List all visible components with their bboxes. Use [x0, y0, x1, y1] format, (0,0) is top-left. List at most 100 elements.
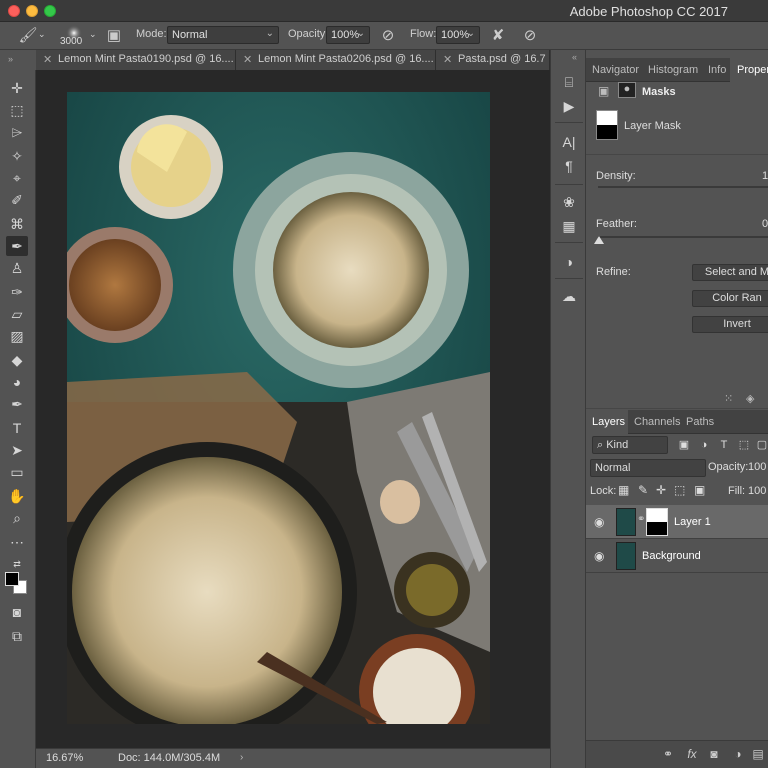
lock-transparent-icon[interactable]: ▦: [618, 483, 629, 497]
type-tool-icon[interactable]: T: [6, 418, 28, 438]
zoom-tool-icon[interactable]: ⌕: [6, 508, 28, 528]
feather-slider[interactable]: [598, 236, 768, 238]
screen-mode-icon[interactable]: ⧉: [6, 626, 28, 646]
color-panel-icon[interactable]: ❀: [559, 192, 579, 212]
close-icon[interactable]: ✕: [43, 53, 52, 66]
fill-value[interactable]: 100: [748, 485, 766, 497]
expand-panels-icon[interactable]: «: [572, 52, 577, 62]
filter-pixel-icon[interactable]: ▣: [676, 436, 692, 454]
filter-shape-icon[interactable]: ⬚: [736, 436, 752, 454]
healing-brush-tool-icon[interactable]: ⌘: [6, 214, 28, 234]
brush-tool-icon[interactable]: ✒: [6, 236, 28, 256]
quick-selection-tool-icon[interactable]: ✧: [6, 146, 28, 166]
swap-colors-icon[interactable]: ⇄: [6, 554, 28, 574]
feather-value[interactable]: 0: [762, 218, 768, 230]
document-canvas[interactable]: [67, 92, 490, 724]
collapse-toolbar-icon[interactable]: »: [8, 54, 13, 64]
filter-smart-object-icon[interactable]: ▢: [754, 436, 768, 454]
tab-info[interactable]: Info: [708, 64, 726, 76]
rectangle-tool-icon[interactable]: ▭: [6, 462, 28, 482]
density-slider[interactable]: [598, 186, 768, 188]
invert-button[interactable]: Invert: [692, 316, 768, 333]
tab-histogram[interactable]: Histogram: [648, 64, 698, 76]
canvas-workspace[interactable]: [36, 70, 550, 748]
foreground-color-swatch[interactable]: [5, 572, 19, 586]
tab-document-0190[interactable]: ✕ Lemon Mint Pasta0190.psd @ 16....: [36, 50, 236, 70]
pixel-mask-icon[interactable]: ▣: [598, 84, 609, 98]
layer-filter-select[interactable]: ⌕ Kind: [592, 436, 668, 454]
layer-mask-mode-icon[interactable]: ●: [618, 82, 636, 98]
lock-position-icon[interactable]: ✛: [656, 483, 666, 497]
layer-mask-thumbnail[interactable]: [646, 508, 668, 536]
brush-panel-toggle-icon[interactable]: ▣: [104, 26, 124, 46]
actions-panel-icon[interactable]: ▶: [559, 96, 579, 116]
paragraph-panel-icon[interactable]: ¶: [559, 156, 579, 176]
layer-style-icon[interactable]: fx: [684, 747, 700, 761]
pressure-opacity-icon[interactable]: ⊘: [378, 26, 398, 46]
filter-type-icon[interactable]: T: [716, 436, 732, 454]
lasso-tool-icon[interactable]: ⌲: [6, 122, 28, 142]
close-icon[interactable]: ✕: [243, 53, 252, 66]
libraries-panel-icon[interactable]: ☁: [559, 286, 579, 306]
mode-select[interactable]: Normal ⌄: [167, 26, 279, 44]
marquee-tool-icon[interactable]: ⬚: [6, 100, 28, 120]
eraser-tool-icon[interactable]: ▱: [6, 304, 28, 324]
tab-channels[interactable]: Channels: [634, 416, 680, 428]
brush-tool-preset-icon[interactable]: 🖌: [18, 26, 38, 46]
chevron-down-icon[interactable]: ⌄: [89, 29, 97, 40]
opacity-field[interactable]: 100% ⌄: [326, 26, 370, 44]
lock-artboard-icon[interactable]: ⬚: [674, 483, 685, 497]
maximize-window-button[interactable]: [44, 5, 56, 17]
close-icon[interactable]: ✕: [443, 53, 452, 66]
move-tool-icon[interactable]: ✛: [6, 78, 28, 98]
layer-opacity-value[interactable]: 100: [748, 461, 766, 473]
link-layers-icon[interactable]: ⚭: [660, 747, 676, 761]
filter-adjustment-icon[interactable]: ◑: [696, 436, 712, 454]
quick-mask-icon[interactable]: ◙: [6, 602, 28, 622]
feather-slider-thumb[interactable]: [594, 236, 604, 244]
flow-field[interactable]: 100% ⌄: [436, 26, 480, 44]
add-mask-icon[interactable]: ◙: [706, 747, 722, 761]
character-panel-icon[interactable]: A|: [559, 132, 579, 152]
chevron-down-icon[interactable]: ⌄: [38, 29, 46, 40]
pen-tool-icon[interactable]: ✒: [6, 394, 28, 414]
path-selection-tool-icon[interactable]: ➤: [6, 440, 28, 460]
adjustment-layer-icon[interactable]: ◑: [730, 747, 746, 761]
eye-icon[interactable]: ◉: [594, 549, 604, 563]
new-group-icon[interactable]: ▤: [750, 747, 766, 761]
blur-tool-icon[interactable]: ◆: [6, 350, 28, 370]
swatches-panel-icon[interactable]: ▦: [559, 216, 579, 236]
tab-properties[interactable]: Properties: [737, 64, 768, 76]
tab-document-0206[interactable]: ✕ Lemon Mint Pasta0206.psd @ 16....: [236, 50, 436, 70]
chevron-right-icon[interactable]: ›: [240, 752, 243, 763]
lock-all-icon[interactable]: ▣: [694, 483, 705, 497]
lock-image-icon[interactable]: ✎: [638, 483, 648, 497]
airbrush-icon[interactable]: ✘: [488, 26, 508, 46]
close-window-button[interactable]: [8, 5, 20, 17]
tab-layers[interactable]: Layers: [592, 416, 625, 428]
layer-row-layer-1[interactable]: ◉ ⚭ Layer 1: [586, 505, 768, 539]
link-icon[interactable]: ⚭: [637, 514, 645, 525]
tab-document-pasta[interactable]: ✕ Pasta.psd @ 16.7: [436, 50, 550, 70]
gradient-tool-icon[interactable]: ▨: [6, 326, 28, 346]
blend-mode-select[interactable]: Normal: [590, 459, 706, 477]
hand-tool-icon[interactable]: ✋: [6, 486, 28, 506]
dodge-tool-icon[interactable]: ◕: [6, 372, 28, 392]
load-selection-icon[interactable]: ⁙: [724, 392, 733, 405]
pressure-size-icon[interactable]: ⊘: [520, 26, 540, 46]
density-value[interactable]: 1: [762, 170, 768, 182]
select-and-mask-button[interactable]: Select and M: [692, 264, 768, 281]
minimize-window-button[interactable]: [26, 5, 38, 17]
eye-icon[interactable]: ◉: [594, 515, 604, 529]
adjustments-panel-icon[interactable]: ◑: [559, 252, 579, 272]
color-range-button[interactable]: Color Ran: [692, 290, 768, 307]
layer-row-background[interactable]: ◉ Background: [586, 539, 768, 573]
tab-navigator[interactable]: Navigator: [592, 64, 639, 76]
history-brush-tool-icon[interactable]: ✑: [6, 282, 28, 302]
tab-paths[interactable]: Paths: [686, 416, 714, 428]
more-tools-icon[interactable]: ⋯: [6, 532, 28, 552]
eyedropper-tool-icon[interactable]: ✐: [6, 190, 28, 210]
history-panel-icon[interactable]: ⌸: [559, 72, 579, 92]
crop-tool-icon[interactable]: ⌖: [6, 168, 28, 188]
zoom-level-field[interactable]: 16.67%: [46, 752, 83, 766]
